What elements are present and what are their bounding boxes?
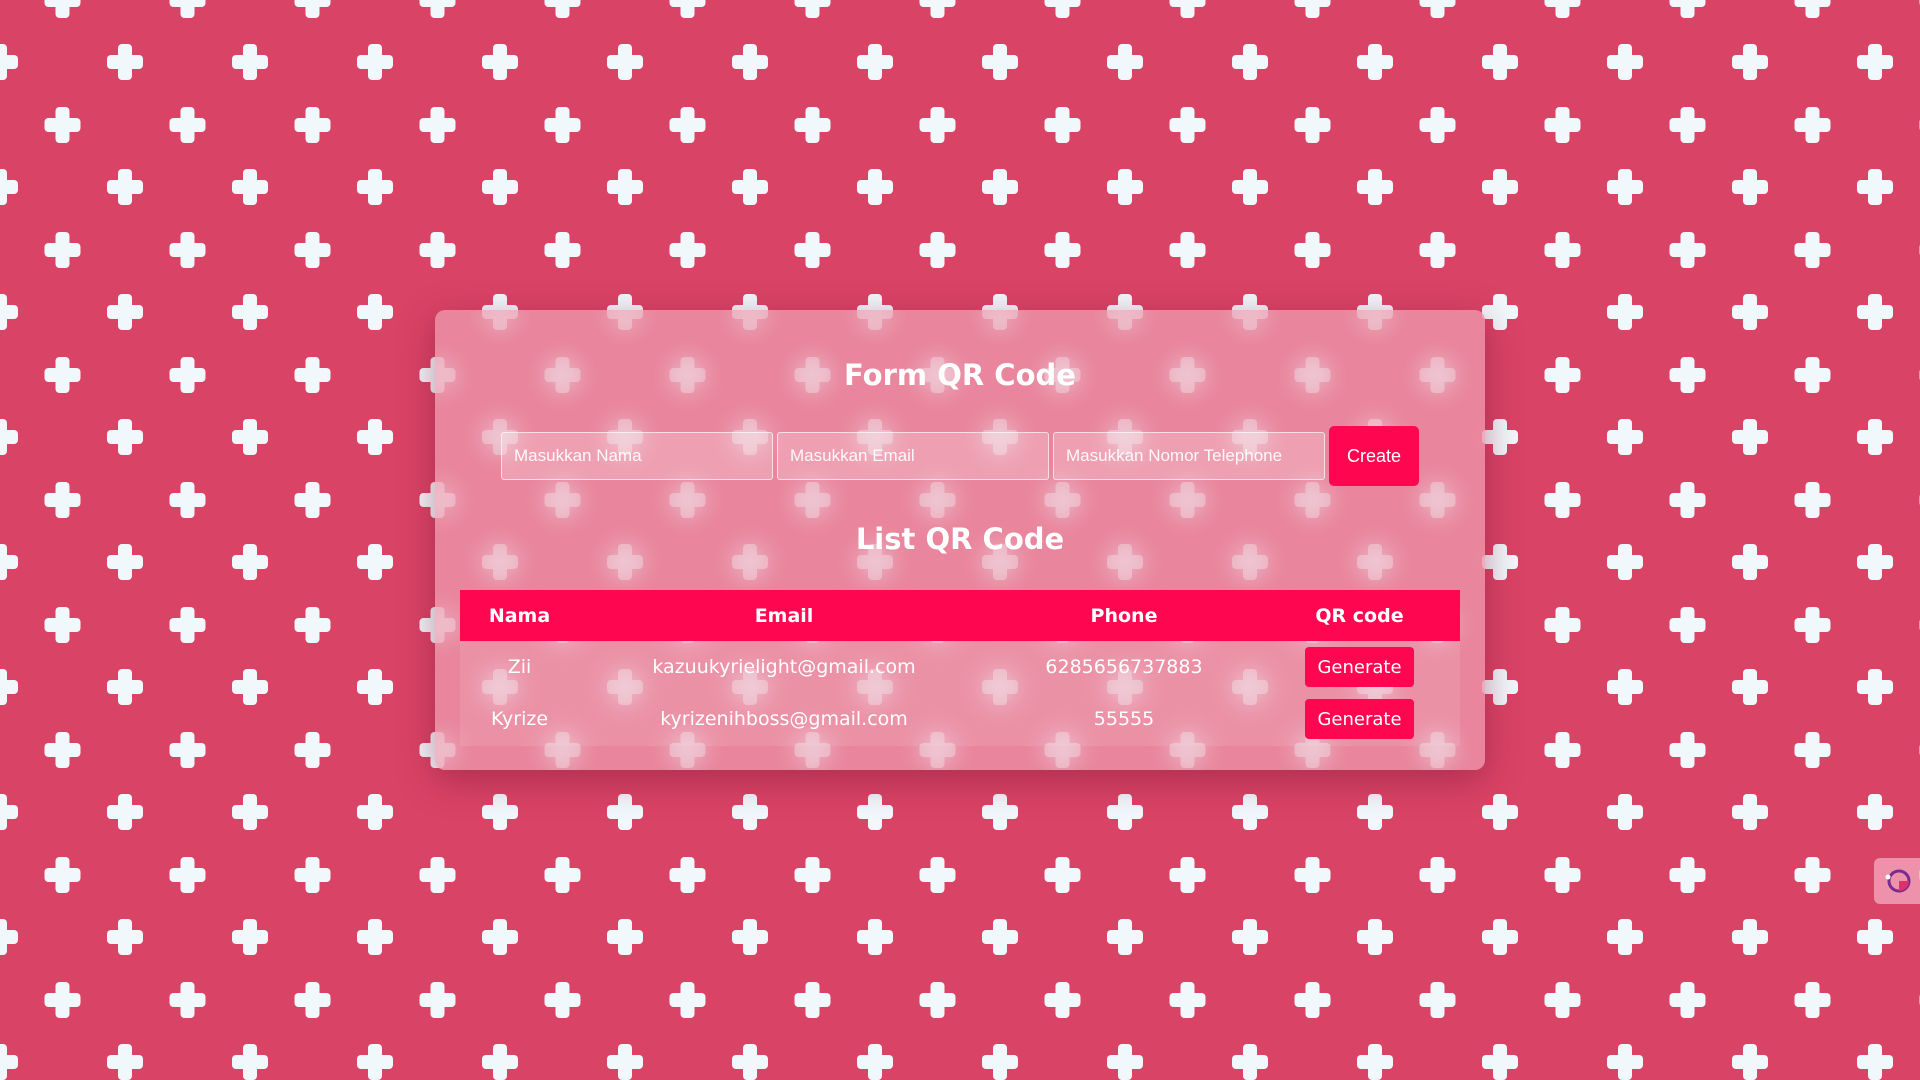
generate-button[interactable]: Generate bbox=[1305, 699, 1414, 739]
email-input[interactable] bbox=[777, 432, 1049, 480]
extension-widget[interactable] bbox=[1874, 858, 1920, 904]
phone-input[interactable] bbox=[1053, 432, 1325, 480]
list-title: List QR Code bbox=[855, 522, 1065, 556]
extension-icon bbox=[1885, 869, 1911, 893]
cell-email: kazuukyrielight@gmail.com bbox=[652, 656, 916, 678]
cell-nama: Kyrize bbox=[490, 708, 549, 730]
cell-email: kyrizenihboss@gmail.com bbox=[660, 708, 908, 730]
qr-form-card: Form QR Code Create List QR Code Nama Em… bbox=[435, 310, 1485, 770]
cell-nama: Zii bbox=[507, 656, 532, 678]
qr-list-table-container: Nama Email Phone QR code Zii kazuukyriel… bbox=[460, 590, 1460, 746]
cell-phone: 6285656737883 bbox=[1045, 656, 1203, 678]
qr-list-table: Nama Email Phone QR code Zii kazuukyriel… bbox=[460, 590, 1460, 745]
table-row: Zii kazuukyrielight@gmail.com 6285656737… bbox=[460, 641, 1460, 693]
qr-form: Create bbox=[501, 426, 1421, 486]
header-phone: Phone bbox=[1090, 604, 1158, 627]
header-nama: Nama bbox=[488, 604, 551, 627]
create-button[interactable]: Create bbox=[1329, 426, 1419, 486]
form-title: Form QR Code bbox=[844, 358, 1076, 392]
table-row: Kyrize kyrizenihboss@gmail.com 55555 Gen… bbox=[460, 693, 1460, 745]
generate-button[interactable]: Generate bbox=[1305, 647, 1414, 687]
cell-qr-code: Generate bbox=[1259, 693, 1460, 745]
header-qr-code: QR code bbox=[1315, 604, 1404, 627]
name-input[interactable] bbox=[501, 432, 773, 480]
header-email: Email bbox=[754, 604, 814, 627]
table-header-row: Nama Email Phone QR code bbox=[460, 590, 1460, 641]
cell-phone: 55555 bbox=[1093, 708, 1155, 730]
cell-qr-code: Generate bbox=[1259, 641, 1460, 693]
